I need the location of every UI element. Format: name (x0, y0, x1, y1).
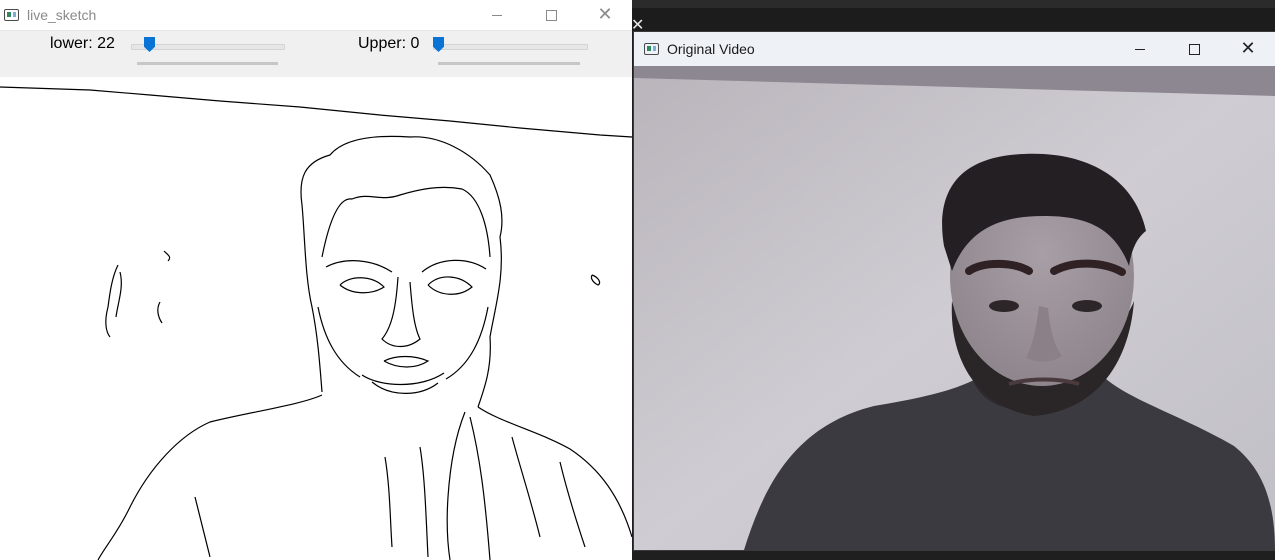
original-video-window: Original Video ✕ (634, 32, 1275, 550)
close-icon: ✕ (1240, 38, 1256, 59)
maximize-button[interactable] (1167, 32, 1221, 66)
lower-trackbar-label: lower: 22 (50, 35, 115, 52)
minimize-button[interactable] (1113, 32, 1167, 66)
app-window-icon (4, 9, 19, 21)
trackbar-panel: lower: 22 Upper: 0 (0, 31, 632, 77)
window-title: Original Video (667, 41, 755, 57)
desktop-gap (632, 8, 1275, 32)
lower-trackbar-underline (137, 62, 278, 65)
close-button[interactable]: ✕ (578, 0, 632, 30)
minimize-icon (1135, 48, 1145, 50)
close-button[interactable]: ✕ (1221, 32, 1275, 66)
webcam-image (634, 66, 1275, 550)
titlebar[interactable]: Original Video ✕ (634, 32, 1275, 66)
window-title: live_sketch (27, 7, 97, 23)
minimize-icon (492, 14, 502, 16)
upper-trackbar-underline (438, 62, 580, 65)
maximize-button[interactable] (524, 0, 578, 30)
edge-sketch-image (0, 86, 632, 560)
maximize-icon (545, 9, 557, 21)
titlebar[interactable]: live_sketch ✕ (0, 0, 632, 31)
minimize-button[interactable] (470, 0, 524, 30)
desktop-background (632, 0, 1275, 8)
close-icon: ✕ (597, 4, 613, 25)
app-window-icon (644, 43, 659, 55)
video-frame (634, 66, 1275, 550)
maximize-icon (1188, 43, 1200, 55)
live-sketch-window: live_sketch ✕ lower: 22 Upper: 0 (0, 0, 632, 560)
sketch-canvas (0, 77, 632, 560)
upper-trackbar-label: Upper: 0 (358, 35, 420, 52)
upper-trackbar[interactable] (433, 44, 588, 50)
